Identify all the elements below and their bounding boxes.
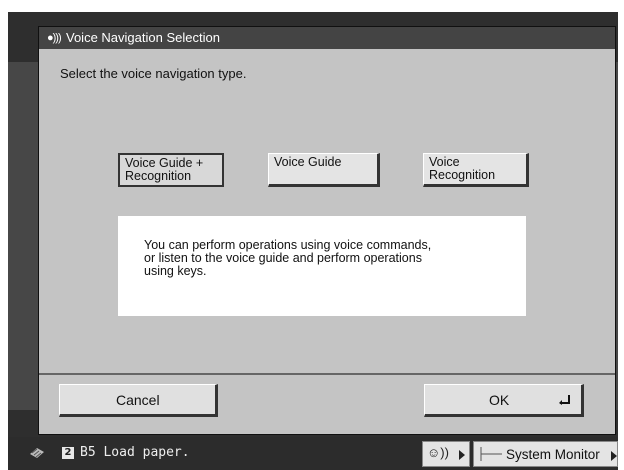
option-label-line2: Recognition [429, 168, 496, 182]
screen: ●))) Voice Navigation Selection Select t… [8, 12, 618, 470]
info-text: You can perform operations using voice c… [144, 239, 514, 278]
job-number-badge: 2 [62, 447, 74, 459]
arrow-right-icon [611, 451, 617, 461]
cancel-button[interactable]: Cancel [59, 384, 218, 417]
info-box: You can perform operations using voice c… [118, 216, 526, 316]
divider [39, 373, 615, 375]
voice-navigation-icon: ☺)) [427, 445, 449, 460]
option-label-line1: Voice Guide [274, 155, 342, 169]
ok-label: OK [489, 392, 510, 408]
voice-wave-icon: ●))) [47, 32, 62, 44]
dialog-title-bar: ●))) Voice Navigation Selection [39, 27, 615, 49]
prompt-text: Select the voice navigation type. [60, 66, 247, 81]
cancel-label: Cancel [116, 392, 160, 408]
info-line: using keys. [144, 264, 207, 278]
voice-navigation-button[interactable]: ☺)) [422, 441, 470, 467]
option-voice-guide[interactable]: Voice Guide [268, 153, 380, 187]
system-monitor-button[interactable]: System Monitor [473, 441, 618, 467]
system-monitor-label: System Monitor [506, 447, 600, 462]
voice-navigation-dialog: ●))) Voice Navigation Selection Select t… [38, 26, 616, 435]
ok-button[interactable]: OK [424, 384, 584, 417]
system-monitor-icon [480, 447, 502, 461]
status-bar: 2 B5 Load paper. ☺)) System Monitor [8, 437, 618, 470]
option-label-line2: Recognition [125, 169, 192, 183]
printer-status-icon [30, 448, 44, 458]
enter-icon [559, 395, 570, 405]
dialog-title: Voice Navigation Selection [66, 30, 220, 45]
status-message: B5 Load paper. [80, 445, 190, 460]
arrow-right-icon [459, 450, 465, 460]
option-voice-guide-recognition[interactable]: Voice Guide + Recognition [118, 153, 224, 187]
option-voice-recognition[interactable]: Voice Recognition [423, 153, 529, 187]
